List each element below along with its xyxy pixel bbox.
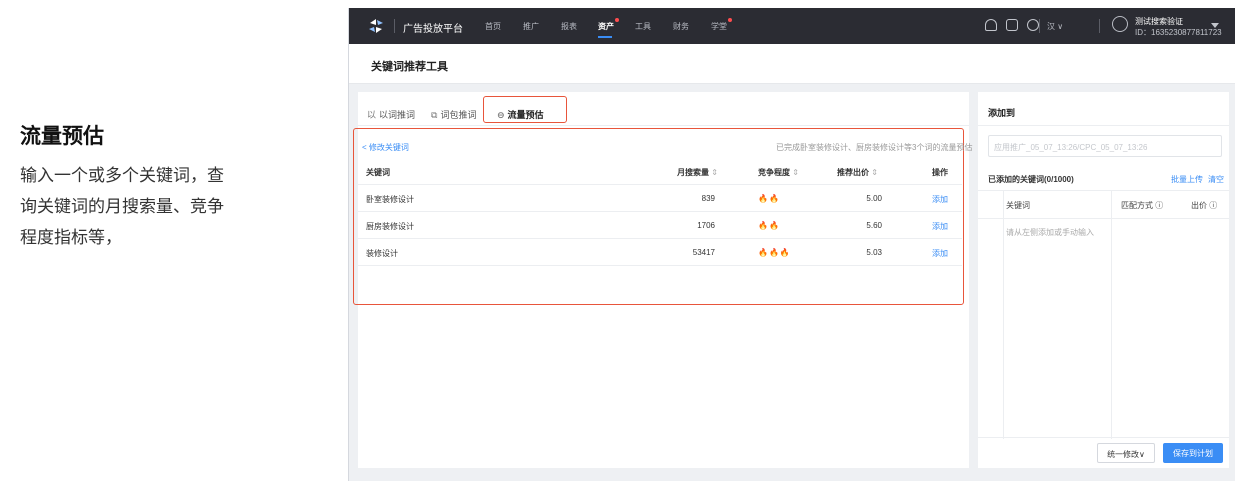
keyword-cell: 卧室装修设计	[366, 195, 414, 204]
caret-down-icon[interactable]	[1211, 23, 1219, 28]
table-row: 厨房装修设计 1706 🔥🔥 5.60 添加	[358, 212, 962, 239]
page-header: 关键词推荐工具	[349, 44, 1235, 84]
competition-flame-icon: 🔥🔥	[758, 221, 780, 230]
col-competition[interactable]: 竞争程度 ⇕	[758, 167, 799, 178]
table-row: 装修设计 53417 🔥🔥🔥 5.03 添加	[358, 239, 962, 266]
nav-academy[interactable]: 学堂	[711, 18, 732, 32]
nav-home[interactable]: 首页	[485, 21, 501, 32]
estimate-status-text: 已完成卧室装修设计、厨房装修设计等3个词的流量预估	[776, 143, 973, 152]
added-keywords-table: 关键词 匹配方式 ⓘ 出价 ⓘ 请从左侧添加或手动输入	[978, 190, 1229, 439]
add-keyword-button[interactable]: 添加	[932, 248, 948, 259]
competition-flame-icon: 🔥🔥🔥	[758, 248, 791, 257]
col-bid-label: 推荐出价	[837, 168, 869, 177]
platform-logo-icon[interactable]	[367, 17, 385, 35]
new-dot-icon	[615, 18, 619, 22]
nav-finance[interactable]: 财务	[673, 21, 689, 32]
col-keyword: 关键词	[366, 168, 390, 177]
keyword-cell: 装修设计	[366, 249, 398, 258]
user-id: ID：1635230877811723	[1135, 28, 1222, 37]
tab-highlight-box	[483, 96, 567, 123]
tab-package-recommend[interactable]: ⧉ 词包推词	[431, 108, 476, 121]
col-competition-label: 竞争程度	[758, 168, 790, 177]
volume-cell: 839	[701, 194, 715, 203]
col-volume-label: 月搜索量	[677, 168, 710, 177]
table-row: 卧室装修设计 839 🔥🔥 5.00 添加	[358, 185, 962, 212]
sort-icon: ⇕	[711, 168, 718, 177]
save-to-plan-button[interactable]: 保存到计划	[1163, 443, 1223, 463]
nav-academy-label: 学堂	[711, 22, 727, 31]
nav-assets[interactable]: 资产	[598, 18, 619, 32]
add-keyword-button[interactable]: 添加	[932, 221, 948, 232]
platform-name[interactable]: 广告投放平台	[403, 20, 463, 35]
col-bid[interactable]: 推荐出价 ⇕	[837, 167, 878, 178]
document-icon[interactable]	[1006, 19, 1018, 31]
tab-label: 词包推词	[440, 110, 477, 120]
active-nav-indicator	[598, 36, 612, 38]
divider	[978, 218, 1229, 219]
add-keyword-button[interactable]: 添加	[932, 194, 948, 205]
top-navbar: 广告投放平台 首页 推广 报表 资产 工具 财务 学堂 汉 ∨ 测试搜索验证 I…	[349, 8, 1235, 44]
nav-assets-label: 资产	[598, 22, 614, 31]
col-bid: 出价 ⓘ	[1191, 201, 1218, 210]
tab-divider	[358, 125, 969, 126]
bid-cell: 5.03	[866, 248, 882, 257]
batch-upload-link[interactable]: 批量上传	[1171, 174, 1203, 185]
keyword-cell: 厨房装修设计	[366, 222, 414, 231]
volume-cell: 53417	[692, 248, 715, 257]
add-to-title: 添加到	[988, 108, 1016, 118]
caption-line: 程度指标等，	[20, 228, 122, 247]
user-avatar-icon[interactable]	[1112, 16, 1128, 32]
tab-label: 以词推词	[379, 110, 416, 120]
app-screenshot: 广告投放平台 首页 推广 报表 资产 工具 财务 学堂 汉 ∨ 测试搜索验证 I…	[348, 8, 1235, 481]
keyword-icon: 以	[367, 110, 377, 120]
tab-keyword-recommend[interactable]: 以以词推词	[367, 108, 415, 121]
caption-title: 流量预估	[20, 125, 104, 148]
add-to-panel: 添加到 应用推广_05_07_13:26/CPC_05_07_13:26 已添加…	[978, 92, 1229, 468]
volume-cell: 1706	[697, 221, 715, 230]
edit-keywords-link[interactable]: < 修改关键词	[362, 142, 409, 153]
caption-line: 输入一个或多个关键词，查	[20, 166, 224, 185]
nav-reports[interactable]: 报表	[561, 21, 577, 32]
user-name[interactable]: 测试搜索验证	[1135, 16, 1183, 27]
plan-select-input[interactable]: 应用推广_05_07_13:26/CPC_05_07_13:26	[988, 135, 1222, 157]
col-volume[interactable]: 月搜索量 ⇕	[658, 167, 718, 178]
table-header: 关键词 月搜索量 ⇕ 竞争程度 ⇕ 推荐出价 ⇕ 操作	[358, 158, 962, 185]
divider	[978, 125, 1229, 126]
keyword-input-placeholder[interactable]: 请从左侧添加或手动输入	[1006, 227, 1094, 238]
page-title: 关键词推荐工具	[371, 61, 448, 73]
bid-cell: 5.60	[866, 221, 882, 230]
new-dot-icon	[728, 18, 732, 22]
sort-icon: ⇕	[792, 168, 799, 177]
added-keywords-count: 已添加的关键词(0/1000)	[988, 175, 1074, 184]
bid-cell: 5.00	[866, 194, 882, 203]
help-icon[interactable]	[1027, 19, 1039, 31]
clear-link[interactable]: 清空	[1208, 174, 1224, 185]
divider	[394, 19, 395, 33]
keyword-tool-panel: 以以词推词 ⧉ 词包推词 ⊖ 流量预估 < 修改关键词 已完成卧室装修设计、厨房装修…	[353, 92, 973, 468]
divider	[1099, 19, 1100, 33]
divider	[1003, 191, 1004, 439]
package-icon: ⧉	[431, 110, 438, 120]
col-action: 操作	[932, 168, 948, 177]
competition-flame-icon: 🔥🔥	[758, 194, 780, 203]
divider	[1039, 19, 1040, 33]
caption: 流量预估 输入一个或多个关键词，查 询关键词的月搜索量、竞争 程度指标等，	[20, 120, 310, 253]
language-select[interactable]: 汉 ∨	[1047, 21, 1063, 32]
bell-icon[interactable]	[985, 19, 997, 31]
bulk-edit-button[interactable]: 统一修改∨	[1097, 443, 1155, 463]
nav-tools[interactable]: 工具	[635, 21, 651, 32]
col-keyword: 关键词	[1006, 201, 1030, 210]
caption-line: 询关键词的月搜索量、竞争	[20, 197, 224, 216]
divider	[1111, 191, 1112, 439]
sort-icon: ⇕	[871, 168, 878, 177]
nav-promotion[interactable]: 推广	[523, 21, 539, 32]
col-match-type: 匹配方式 ⓘ	[1121, 201, 1164, 210]
